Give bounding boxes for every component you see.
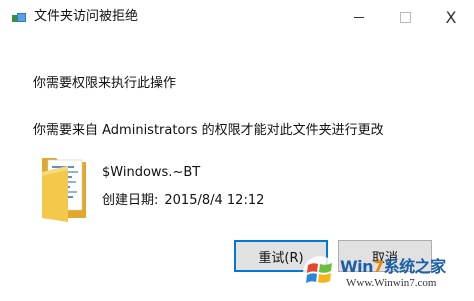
window-controls: X: [336, 0, 474, 34]
watermark-title-suffix: 系统之家: [383, 257, 447, 276]
access-denied-dialog: 文件夹访问被拒绝 X 你需要权限来执行此操作 你需要来自 Administrat…: [0, 0, 474, 301]
permission-heading: 你需要权限来执行此操作: [33, 76, 177, 91]
watermark-url: Www.Winwin7.com: [346, 277, 437, 289]
site-watermark: Win7系统之家 Www.Winwin7.com: [302, 251, 470, 297]
window-title: 文件夹访问被拒绝: [34, 9, 139, 24]
watermark-title-prefix: Win: [340, 257, 374, 276]
date-label: 创建日期:: [102, 193, 159, 208]
close-icon: X: [445, 7, 457, 27]
folder-icon: [42, 158, 86, 222]
close-button[interactable]: X: [428, 0, 474, 34]
minimize-button[interactable]: [336, 0, 382, 34]
minimize-icon: [354, 16, 364, 18]
windows-logo-icon: [303, 256, 337, 290]
watermark-title-accent: 7: [373, 257, 384, 276]
title-bar: 文件夹访问被拒绝 X: [0, 0, 474, 34]
date-value: 2015/8/4 12:12: [164, 193, 265, 208]
permission-detail: 你需要来自 Administrators 的权限才能对此文件夹进行更改: [33, 123, 384, 138]
maximize-button[interactable]: [382, 0, 428, 34]
shield-folder-icon: [12, 13, 26, 22]
folder-created-date: 创建日期: 2015/8/4 12:12: [102, 189, 264, 208]
watermark-title: Win7系统之家: [340, 253, 446, 277]
maximize-icon: [399, 11, 411, 23]
folder-name: $Windows.~BT: [102, 165, 201, 180]
